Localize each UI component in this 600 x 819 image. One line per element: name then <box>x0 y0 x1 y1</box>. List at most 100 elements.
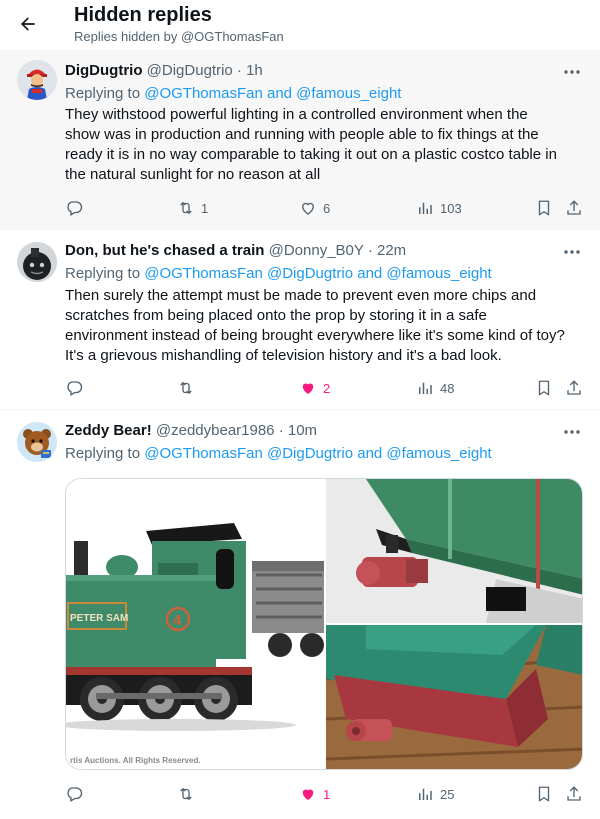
avatar[interactable] <box>17 422 57 462</box>
avatar[interactable] <box>17 60 57 100</box>
mention-links[interactable]: @OGThomasFan @DigDugtrio and @famous_eig… <box>144 265 492 282</box>
views-count: 48 <box>440 380 455 396</box>
user-handle[interactable]: @DigDugtrio <box>147 62 233 79</box>
share-icon <box>567 200 581 215</box>
reply-button[interactable] <box>65 784 83 804</box>
tweet-actions: 1 6 103 <box>65 198 585 218</box>
mention-links[interactable]: @OGThomasFan @DigDugtrio and @famous_eig… <box>144 445 492 462</box>
share-button[interactable] <box>565 378 583 398</box>
like-count: 2 <box>323 380 331 396</box>
tweet-header: DigDugtrio @DigDugtrio · 1h <box>65 62 263 79</box>
bookmark-icon <box>538 786 550 802</box>
avatar[interactable] <box>17 242 57 282</box>
views-button[interactable]: 25 <box>416 784 454 804</box>
tweet-text-line: They withstood powerful lighting in a co… <box>65 106 528 123</box>
more-options-button[interactable] <box>560 62 584 82</box>
more-options-button[interactable] <box>560 422 584 442</box>
more-options-button[interactable] <box>560 242 584 262</box>
arrow-left-icon <box>21 17 35 31</box>
reply-icon <box>67 787 83 802</box>
mention-links[interactable]: @OGThomasFan and @famous_eight <box>144 85 401 102</box>
user-handle[interactable]: @zeddybear1986 <box>156 422 275 439</box>
more-icon <box>564 70 580 74</box>
replying-to: Replying to @OGThomasFan and @famous_eig… <box>65 85 401 102</box>
views-count: 103 <box>440 200 462 216</box>
tweet-text-line: the natural sunlight for no reason at al… <box>65 166 321 183</box>
retweet-icon <box>180 202 192 214</box>
tweet-text: Then surely the attempt must be made to … <box>65 286 585 366</box>
tweet-text-line: ready it is in no way comparable to taki… <box>65 146 557 163</box>
display-name[interactable]: Zeddy Bear! <box>65 422 152 439</box>
tweet-card[interactable]: DigDugtrio @DigDugtrio · 1h Replying to … <box>0 50 600 230</box>
views-icon <box>419 202 432 214</box>
heart-filled-icon <box>302 789 314 800</box>
like-count: 6 <box>323 200 331 216</box>
views-icon <box>419 382 432 394</box>
tweet-media-grid: PETER SAM 4 rtis Auctions. All Rights Re… <box>65 478 583 770</box>
back-button[interactable] <box>12 8 44 40</box>
more-icon <box>564 430 580 434</box>
retweet-button[interactable]: 1 <box>177 198 208 218</box>
retweet-icon <box>180 788 192 800</box>
replying-to-label: Replying to <box>65 85 145 102</box>
display-name[interactable]: Don, but he's chased a train <box>65 242 264 259</box>
tweet-time[interactable]: · 10m <box>279 422 317 439</box>
views-count: 25 <box>440 786 455 802</box>
tweet-text: They withstood powerful lighting in a co… <box>65 105 585 185</box>
tweet-text-line: environment instead of being brought eve… <box>65 327 565 344</box>
retweet-icon <box>180 382 192 394</box>
avatar-mario-image <box>17 60 57 100</box>
more-icon <box>564 250 580 254</box>
reply-icon <box>67 381 83 396</box>
heart-filled-icon <box>302 383 314 394</box>
bookmark-icon <box>538 200 550 216</box>
tweet-text-line: Then surely the attempt must be made to … <box>65 287 537 304</box>
replying-to-label: Replying to <box>65 445 145 462</box>
like-count: 1 <box>323 786 331 802</box>
bookmark-button[interactable] <box>535 784 553 804</box>
share-icon <box>567 786 581 801</box>
replying-to: Replying to @OGThomasFan @DigDugtrio and… <box>65 265 492 282</box>
page-title: Hidden replies <box>74 4 212 26</box>
nameplate-text: PETER SAM <box>70 613 128 624</box>
like-button[interactable]: 2 <box>299 378 330 398</box>
avatar-bear-image <box>17 422 57 462</box>
like-button[interactable]: 1 <box>299 784 330 804</box>
share-button[interactable] <box>565 198 583 218</box>
bookmark-icon <box>538 380 550 396</box>
share-button[interactable] <box>565 784 583 804</box>
page-subtitle: Replies hidden by @OGThomasFan <box>74 29 284 44</box>
tweet-actions: 1 25 <box>65 784 585 804</box>
reply-button[interactable] <box>65 378 83 398</box>
views-button[interactable]: 103 <box>416 198 462 218</box>
page-header: Hidden replies Replies hidden by @OGThom… <box>0 0 600 50</box>
retweet-button[interactable] <box>177 784 201 804</box>
retweet-count: 1 <box>201 200 209 216</box>
media-photo-locomotive[interactable]: PETER SAM 4 rtis Auctions. All Rights Re… <box>66 479 324 770</box>
bookmark-button[interactable] <box>535 378 553 398</box>
tweet-card[interactable]: Don, but he's chased a train @Donny_B0Y … <box>0 230 600 410</box>
retweet-button[interactable] <box>177 378 201 398</box>
tweet-time[interactable]: · 1h <box>237 62 263 79</box>
avatar-train-image <box>17 242 57 282</box>
views-icon <box>419 788 432 800</box>
tweet-header: Don, but he's chased a train @Donny_B0Y … <box>65 242 406 259</box>
replying-to: Replying to @OGThomasFan @DigDugtrio and… <box>65 445 492 462</box>
display-name[interactable]: DigDugtrio <box>65 62 142 79</box>
media-photo-buffer-closeup-1[interactable] <box>326 479 583 623</box>
tweet-actions: 2 48 <box>65 378 585 398</box>
reply-button[interactable] <box>65 198 83 218</box>
tweet-time[interactable]: · 22m <box>368 242 406 259</box>
engine-number: 4 <box>173 612 182 629</box>
tweet-text-line: show was in production and running with … <box>65 126 539 143</box>
media-photo-buffer-closeup-2[interactable] <box>325 625 583 770</box>
replying-to-label: Replying to <box>65 265 145 282</box>
share-icon <box>567 380 581 395</box>
views-button[interactable]: 48 <box>416 378 454 398</box>
user-handle[interactable]: @Donny_B0Y <box>269 242 364 259</box>
image-caption: rtis Auctions. All Rights Reserved. <box>70 756 201 765</box>
tweet-header: Zeddy Bear! @zeddybear1986 · 10m <box>65 422 317 439</box>
like-button[interactable]: 6 <box>299 198 330 218</box>
bookmark-button[interactable] <box>535 198 553 218</box>
heart-icon <box>302 202 314 215</box>
